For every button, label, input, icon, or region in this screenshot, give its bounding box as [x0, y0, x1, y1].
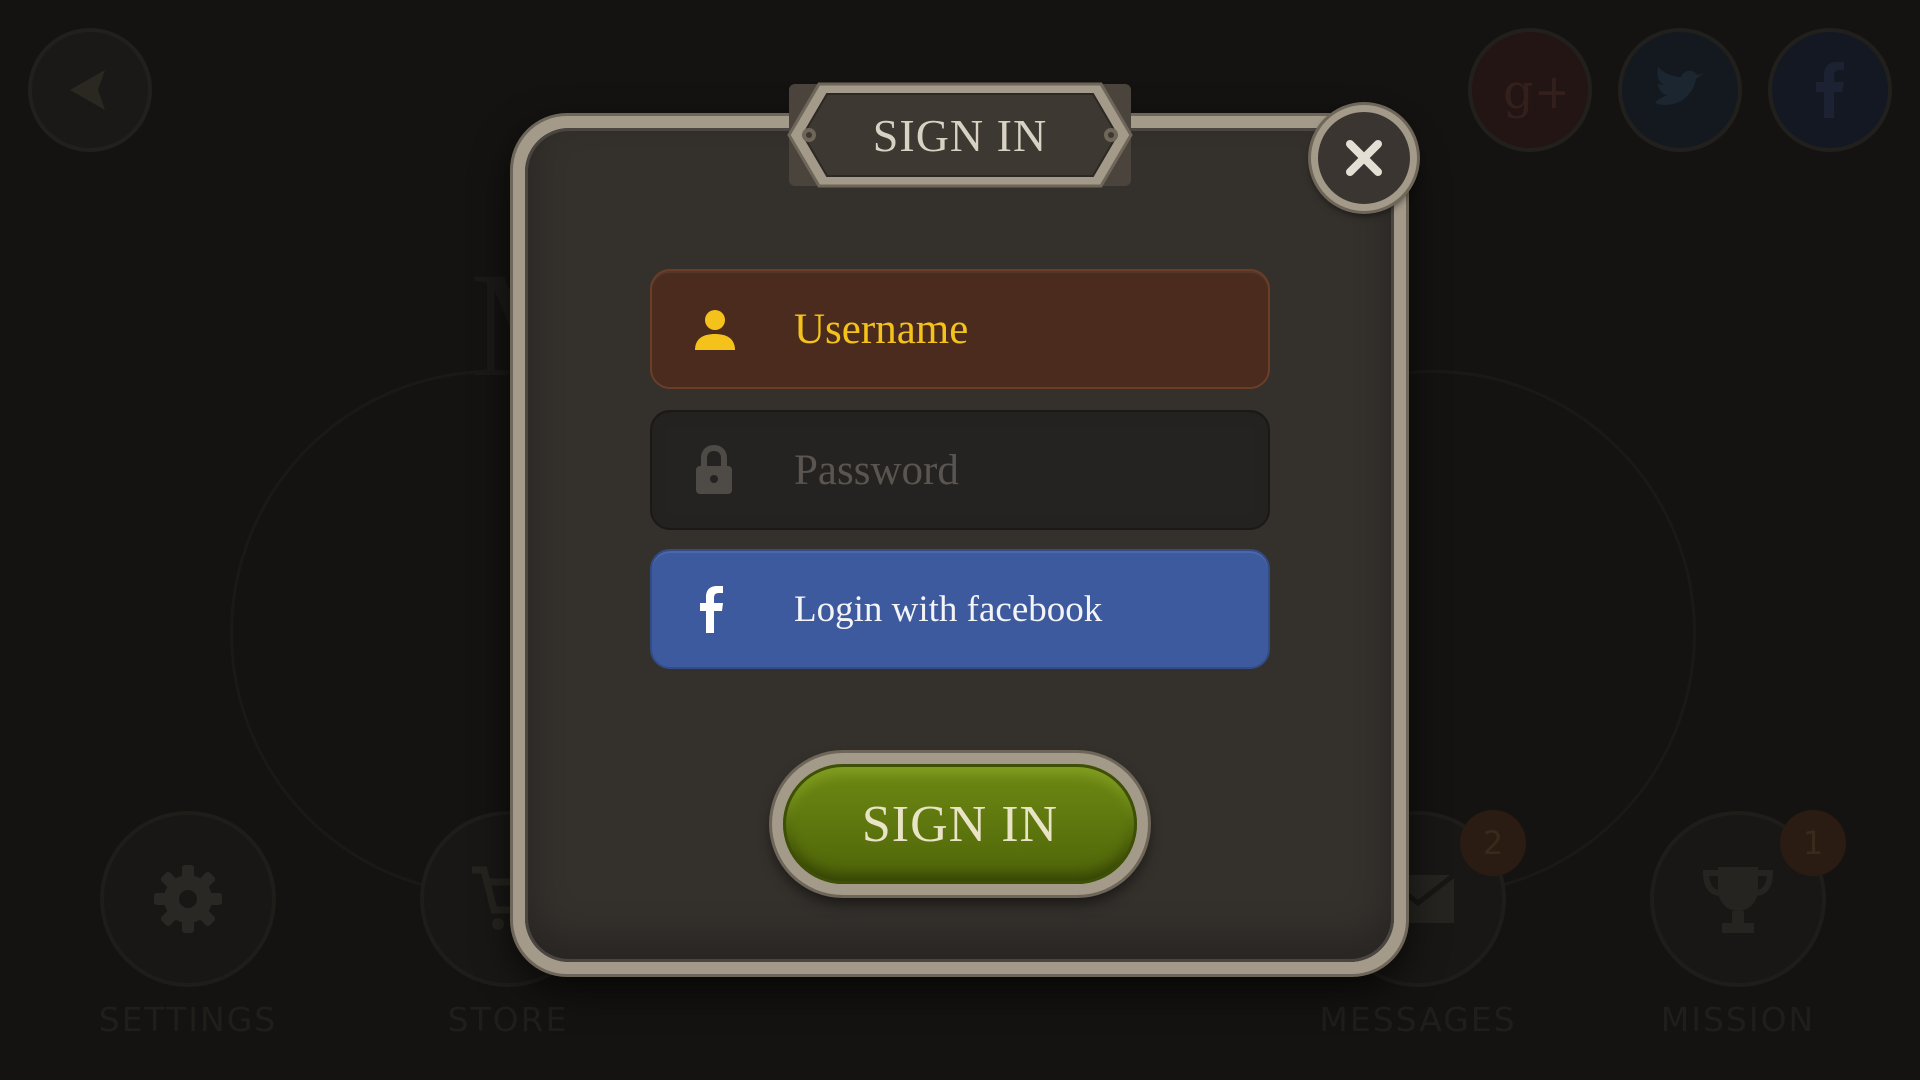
dialog-title: SIGN IN — [872, 109, 1048, 161]
dock-label-mission: MISSION — [1660, 1000, 1816, 1039]
google-plus-button: g+ — [1468, 28, 1592, 152]
google-plus-icon: g+ — [1503, 64, 1565, 120]
mission-badge: 1 — [1780, 810, 1846, 876]
sign-in-button-label: SIGN IN — [861, 795, 1059, 853]
user-icon — [695, 310, 735, 350]
username-placeholder: Username — [794, 305, 969, 353]
facebook-login-label: Login with facebook — [794, 588, 1103, 630]
close-button[interactable] — [1311, 105, 1417, 211]
trophy-icon — [1702, 867, 1774, 933]
dock-label-store: STORE — [447, 1000, 569, 1039]
password-placeholder: Password — [794, 446, 959, 494]
close-icon — [1346, 140, 1382, 176]
dock-label-settings: SETTINGS — [98, 1000, 278, 1039]
password-field[interactable]: Password — [650, 410, 1270, 530]
gear-icon — [154, 865, 222, 933]
facebook-social-button — [1768, 28, 1892, 152]
dock-item-settings — [100, 811, 276, 987]
sign-in-button-face: SIGN IN — [783, 764, 1137, 884]
dialog-title-plate: SIGN IN — [779, 80, 1141, 190]
facebook-icon — [1816, 62, 1844, 118]
password-icon-wrap — [692, 444, 782, 496]
dock-label-messages: MESSAGES — [1319, 1000, 1517, 1039]
facebook-login-icon — [700, 586, 723, 633]
login-with-facebook-button[interactable]: Login with facebook — [650, 549, 1270, 669]
username-field[interactable]: Username — [650, 269, 1270, 389]
facebook-login-icon-wrap — [692, 585, 782, 633]
back-button — [28, 28, 152, 152]
twitter-icon — [1655, 67, 1704, 105]
messages-badge: 2 — [1460, 810, 1526, 876]
sign-in-submit-button[interactable]: SIGN IN — [772, 753, 1148, 895]
back-arrow-icon — [70, 70, 105, 110]
lock-icon — [696, 444, 732, 494]
username-icon-wrap — [692, 306, 782, 352]
twitter-button — [1618, 28, 1742, 152]
svg-text:g+: g+ — [1503, 64, 1565, 120]
